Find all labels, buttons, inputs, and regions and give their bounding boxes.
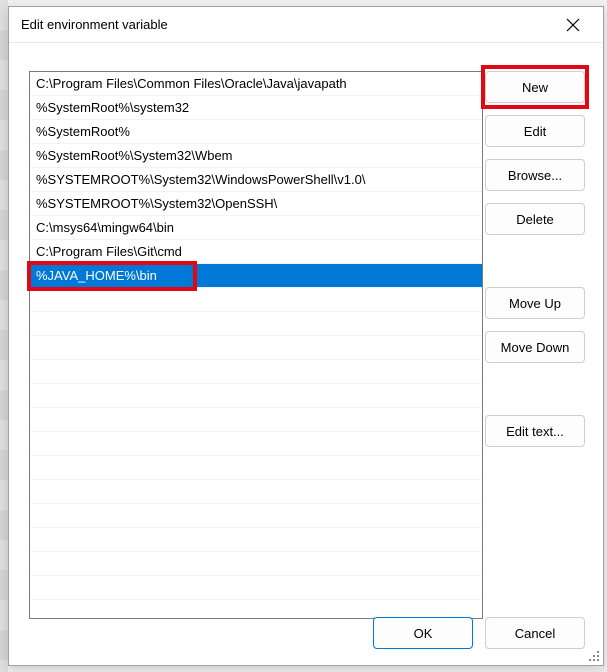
bottom-buttons: OK Cancel (373, 617, 585, 649)
ok-button[interactable]: OK (373, 617, 473, 649)
list-item[interactable]: %SystemRoot%\system32 (30, 96, 482, 120)
list-item[interactable]: %JAVA_HOME%\bin (30, 264, 482, 288)
list-item[interactable]: %SystemRoot%\System32\Wbem (30, 144, 482, 168)
list-item-empty[interactable] (30, 336, 482, 360)
list-item-empty[interactable] (30, 552, 482, 576)
close-button[interactable] (551, 11, 595, 39)
move-down-button[interactable]: Move Down (485, 331, 585, 363)
list-item-empty[interactable] (30, 480, 482, 504)
side-buttons: New Edit Browse... Delete Move Up Move D… (485, 71, 585, 447)
resize-grip[interactable] (585, 647, 599, 661)
list-item-empty[interactable] (30, 360, 482, 384)
list-item-empty[interactable] (30, 528, 482, 552)
list-item-empty[interactable] (30, 456, 482, 480)
titlebar: Edit environment variable (9, 7, 603, 43)
background-edge (0, 0, 8, 672)
edit-text-button[interactable]: Edit text... (485, 415, 585, 447)
list-item-empty[interactable] (30, 432, 482, 456)
list-item[interactable]: C:\Program Files\Git\cmd (30, 240, 482, 264)
list-item-empty[interactable] (30, 384, 482, 408)
close-icon (566, 18, 580, 32)
edit-button[interactable]: Edit (485, 115, 585, 147)
list-item-empty[interactable] (30, 288, 482, 312)
list-item[interactable]: %SystemRoot% (30, 120, 482, 144)
path-list[interactable]: C:\Program Files\Common Files\Oracle\Jav… (29, 71, 483, 619)
list-item[interactable]: C:\msys64\mingw64\bin (30, 216, 482, 240)
spacer (485, 375, 585, 403)
list-item-empty[interactable] (30, 576, 482, 600)
browse-button[interactable]: Browse... (485, 159, 585, 191)
list-item[interactable]: %SYSTEMROOT%\System32\WindowsPowerShell\… (30, 168, 482, 192)
list-item-empty[interactable] (30, 504, 482, 528)
new-button[interactable]: New (485, 71, 585, 103)
dialog-body: C:\Program Files\Common Files\Oracle\Jav… (9, 43, 603, 665)
list-item-empty[interactable] (30, 312, 482, 336)
list-item-empty[interactable] (30, 408, 482, 432)
spacer (485, 247, 585, 275)
dialog-title: Edit environment variable (21, 17, 551, 32)
cancel-button[interactable]: Cancel (485, 617, 585, 649)
delete-button[interactable]: Delete (485, 203, 585, 235)
list-item[interactable]: C:\Program Files\Common Files\Oracle\Jav… (30, 72, 482, 96)
edit-env-variable-dialog: Edit environment variable C:\Program Fil… (8, 6, 604, 666)
list-item[interactable]: %SYSTEMROOT%\System32\OpenSSH\ (30, 192, 482, 216)
move-up-button[interactable]: Move Up (485, 287, 585, 319)
